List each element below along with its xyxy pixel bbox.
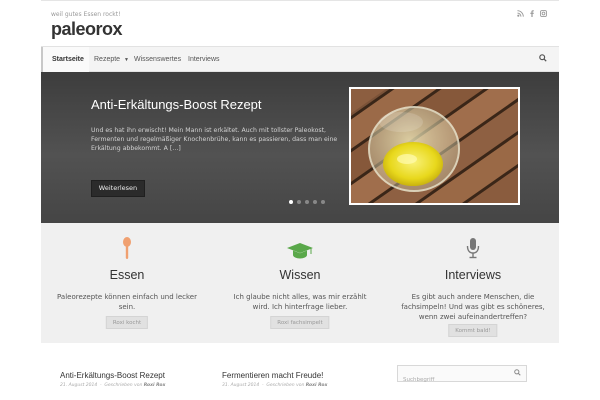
featured-slider: Anti-Erkältungs-Boost Rezept Und es hat … [41,72,559,223]
post-title[interactable]: Anti-Erkältungs-Boost Rezept [60,371,165,380]
feature-title: Essen [109,268,145,282]
slide-title[interactable]: Anti-Erkältungs-Boost Rezept [91,97,262,112]
chevron-down-icon: ▼ [124,57,129,63]
nav-item-wissenswertes[interactable]: Wissenswertes [134,47,181,72]
post-author[interactable]: Roxi Rox [144,383,166,388]
post-meta: 31. August 2014 · Geschrieben von Roxi R… [222,383,328,388]
post-author[interactable]: Roxi Rox [306,383,328,388]
nav-item-startseite[interactable]: Startseite [41,47,89,72]
feature-title: Wissen [279,268,321,282]
main-nav: Startseite Rezepte ▼ Wissenswertes Inter… [41,46,559,72]
slider-dot[interactable] [305,200,309,204]
post-meta-prefix: Geschrieben von [266,383,305,388]
site-title[interactable]: paleorox [51,19,123,40]
slider-dot[interactable] [313,200,317,204]
nav-item-interviews[interactable]: Interviews [188,47,220,72]
nav-item-label: Rezepte [94,56,121,63]
feature-text: Ich glaube nicht alles, was mir erzählt … [233,293,367,311]
instagram-icon[interactable] [540,10,547,17]
read-more-button[interactable]: Weiterlesen [91,180,145,197]
post-item: Anti-Erkältungs-Boost Rezept 21. August … [60,371,165,388]
feature-text: Es gibt auch andere Menschen, die fachsi… [401,293,545,321]
site-header: weil gutes Essen rockt! paleorox [41,0,559,46]
sidebar-search [397,365,527,388]
slide-photo [351,89,518,203]
page: weil gutes Essen rockt! paleorox Startse… [0,0,600,400]
slider-dot[interactable] [289,200,293,204]
social-icons [517,10,547,17]
graduation-cap-icon [287,243,313,259]
post-item: Fermentieren macht Freude! 31. August 20… [222,371,327,388]
slider-pagination [289,200,325,204]
slide-image[interactable] [349,87,520,205]
features-section: Essen Paleorezepte können einfach und le… [41,223,559,343]
post-meta: 21. August 2014 · Geschrieben von Roxi R… [60,383,166,388]
post-meta-prefix: Geschrieben von [104,383,143,388]
rss-icon[interactable] [517,10,524,17]
roxi-kocht-button[interactable]: Roxi kocht [105,316,149,329]
search-icon[interactable] [514,369,521,376]
site-tagline: weil gutes Essen rockt! [51,11,121,18]
feature-title: Interviews [444,268,502,282]
post-title[interactable]: Fermentieren macht Freude! [222,371,327,380]
slide-excerpt: Und es hat ihn erwischt! Mein Mann ist e… [91,127,338,153]
search-input[interactable] [398,372,508,388]
slider-dot[interactable] [321,200,325,204]
search-icon[interactable] [539,54,547,62]
feature-text: Paleorezepte können einfach und lecker s… [57,293,197,311]
slider-dot[interactable] [297,200,301,204]
post-date: 31. August 2014 [222,383,260,388]
microphone-icon [466,238,480,259]
kommt-bald-button[interactable]: Kommt bald! [448,324,498,337]
spoon-icon [123,237,131,259]
facebook-icon[interactable] [529,10,535,17]
roxi-fachsimpelt-button[interactable]: Roxi fachsimpelt [270,316,330,329]
post-date: 21. August 2014 [60,383,98,388]
nav-item-rezepte[interactable]: Rezepte ▼ [94,47,129,72]
recent-posts: Anti-Erkältungs-Boost Rezept 21. August … [41,343,559,400]
